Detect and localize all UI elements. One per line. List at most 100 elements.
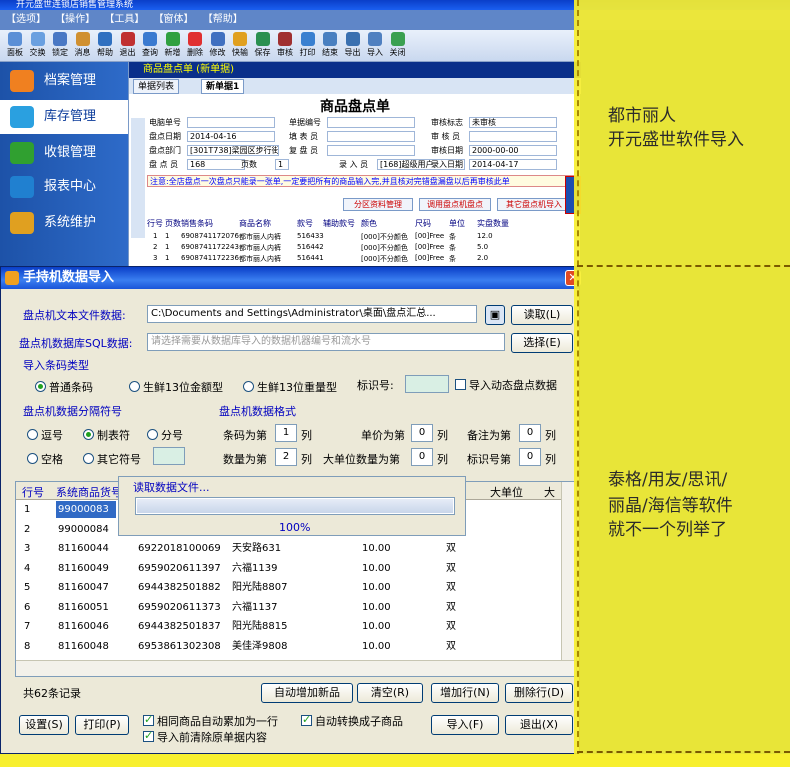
table-row[interactable]: 5 81160047 6944382501882 阳光陆8807 10.00 双 [16,579,561,596]
table-row[interactable]: 8 81160048 6953861302308 美佳泽9808 10.00 双 [16,638,561,655]
sidebar-item-reports[interactable]: 报表中心 [0,170,128,204]
field-value[interactable] [327,145,415,156]
field-value[interactable] [187,117,275,128]
qty-col-input[interactable]: 2 [275,448,297,466]
radio-semicolon[interactable]: 分号 [147,427,183,443]
browse-folder-icon[interactable]: ▣ [485,305,505,325]
toolbar-icon [210,32,225,46]
radio-fresh-weight[interactable]: 生鲜13位重量型 [243,379,337,395]
print-button[interactable]: 打印(P) [75,715,129,735]
doc-cell: [000]不分颜色 [361,244,408,252]
radio-normal-barcode[interactable]: 普通条码 [35,379,93,395]
radio-other[interactable]: 其它符号 [83,451,141,467]
doc-col-header: 行号 [147,219,163,228]
toolbar-icon [75,32,90,46]
sql-input[interactable]: 请选择需要从数据库导入的数据机器编号和流水号 [147,333,505,351]
toolbar-button[interactable]: 保存 [252,32,274,57]
radio-space[interactable]: 空格 [27,451,63,467]
radio-comma[interactable]: 逗号 [27,427,63,443]
toolbar-button[interactable]: 面板 [4,32,26,57]
field-value[interactable]: 2014-04-17 [469,159,557,170]
toolbar-button[interactable]: 帮助 [94,32,116,57]
toolbar-label: 查询 [142,48,158,57]
document-header: 商品盘点单 (新单据) [129,62,581,78]
toolbar-button[interactable]: 导出 [342,32,364,57]
grid-cell: 双 [446,543,456,554]
sidebar-item-system[interactable]: 系统维护 [0,206,128,240]
toolbar-icon [255,32,270,46]
menu-window[interactable]: 【窗体】 [154,14,194,25]
toolbar-button[interactable]: 退出 [117,32,139,57]
field-value[interactable]: 168 [187,159,245,170]
radio-fresh-amount[interactable]: 生鲜13位金额型 [129,379,223,395]
field-value[interactable]: 2014-04-16 [187,131,275,142]
other-counter-import-button[interactable]: 其它盘点机导入 [497,198,571,211]
toolbar-button[interactable]: 打印 [297,32,319,57]
toolbar-button[interactable]: 快输 [229,32,251,57]
table-row[interactable]: 6 81160051 6959020611373 六福1137 10.00 双 [16,599,561,616]
field-value[interactable]: 1 [275,159,289,170]
select-button[interactable]: 选择(E) [511,333,573,353]
table-row[interactable]: 3 81160044 6922018100069 天安路631 10.00 双 [16,540,561,557]
field-value[interactable]: 未审核 [469,117,557,128]
dynamic-import-checkbox[interactable]: 导入动态盘点数据 [455,377,557,393]
toolbar-button[interactable]: 删除 [184,32,206,57]
bigunit-col-input[interactable]: 0 [411,448,433,466]
tab-doc-list[interactable]: 单据列表 [133,79,180,94]
grid-cell: 双 [446,562,456,574]
call-counter-button[interactable]: 调用盘点机盘点 [419,198,491,211]
sidebar-item-archive[interactable]: 档案管理 [0,64,128,98]
price-col-input[interactable]: 0 [411,424,433,442]
marker-input[interactable] [405,375,449,393]
file-path-input[interactable]: C:\Documents and Settings\Administrator\… [147,305,477,323]
menu-options[interactable]: 【选项】 [6,14,46,25]
auto-convert-checkbox[interactable]: 自动转换成子商品 [301,713,403,729]
zone-data-button[interactable]: 分区资料管理 [343,198,413,211]
add-row-button[interactable]: 增加行(N) [431,683,499,703]
other-sep-input[interactable] [153,447,185,465]
clear-button[interactable]: 清空(R) [357,683,423,703]
clear-before-import-checkbox[interactable]: 导入前清除原单据内容 [143,729,267,745]
menu-help[interactable]: 【帮助】 [203,14,243,25]
toolbar-label: 关闭 [389,48,406,57]
grid-cell: 81160047 [58,582,109,593]
barcode-col-input[interactable]: 1 [275,424,297,442]
toolbar-button[interactable]: 结束 [319,32,341,57]
delete-row-button[interactable]: 删除行(D) [505,683,573,703]
settings-button[interactable]: 设置(S) [19,715,69,735]
exit-button[interactable]: 退出(X) [505,715,573,735]
menu-operation[interactable]: 【操作】 [55,14,95,25]
field-value[interactable]: [301T738]梁园区步行街店 [187,145,279,156]
field-value[interactable] [327,117,415,128]
sidebar-item-inventory[interactable]: 库存管理 [0,100,128,134]
radio-tab[interactable]: 制表符 [83,427,130,443]
field-value[interactable]: 2000-00-00 [469,145,557,156]
table-row[interactable]: 4 81160049 6959020611397 六福1139 10.00 双 [16,560,561,577]
grid-cell: 6922018100069 [138,543,221,554]
menu-tools[interactable]: 【工具】 [104,14,144,25]
table-row[interactable]: 7 81160046 6944382501837 阳光陆8815 10.00 双 [16,618,561,635]
tab-new-doc[interactable]: 新单据1 [201,79,245,94]
field-value[interactable] [327,131,415,142]
auto-add-product-button[interactable]: 自动增加新品 [261,683,353,703]
grid-cell: 阳光陆8815 [232,621,288,632]
field-value[interactable] [469,131,557,142]
toolbar-button[interactable]: 修改 [207,32,229,57]
toolbar-label: 删除 [187,48,203,57]
toolbar-button[interactable]: 导入 [364,32,386,57]
toolbar-button[interactable]: 交换 [27,32,49,57]
import-button[interactable]: 导入(F) [431,715,499,735]
toolbar-button[interactable]: 关闭 [387,32,409,57]
sidebar-item-cashier[interactable]: 收银管理 [0,136,128,170]
toolbar-button[interactable]: 新增 [162,32,184,57]
toolbar-button[interactable]: 审核 [274,32,296,57]
merge-same-checkbox[interactable]: 相同商品自动累加为一行 [143,713,278,729]
note-col-input[interactable]: 0 [519,424,541,442]
toolbar-label: 面板 [7,48,23,57]
horizontal-scrollbar[interactable] [16,660,576,676]
marker-col-input[interactable]: 0 [519,448,541,466]
toolbar-button[interactable]: 查询 [139,32,161,57]
toolbar-button[interactable]: 锁定 [49,32,71,57]
read-button[interactable]: 读取(L) [511,305,573,325]
toolbar-button[interactable]: 消息 [72,32,94,57]
